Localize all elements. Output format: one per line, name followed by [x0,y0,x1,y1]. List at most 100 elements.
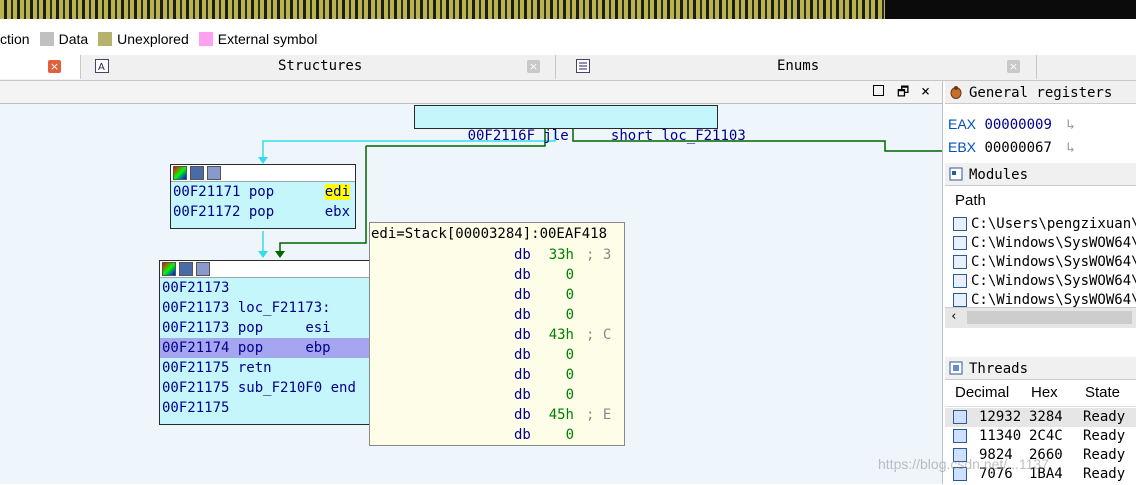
code-line[interactable]: 00F21175 sub_F210F0 end [160,378,380,398]
value: 45h [548,407,574,423]
operand-highlighted[interactable]: edi [324,184,351,200]
thread-icon [953,429,967,443]
general-registers-header: General registers [945,81,1136,103]
module-icon [953,274,967,288]
module-icon [953,236,967,250]
code-line[interactable]: 00F21171 pop edi [171,182,355,202]
module-row[interactable]: C:\Windows\SysWOW64\ [953,273,1136,289]
scrollbar-thumb[interactable] [967,311,1132,324]
value: 0 [565,347,574,363]
value: 0 [565,367,574,383]
value: 33h [548,247,574,263]
directive: db [514,267,531,283]
group-icon[interactable] [207,166,221,180]
svg-text:A: A [98,62,105,73]
modules-icon [949,167,963,181]
tab-structures[interactable]: A Structures × [81,55,556,79]
modules-panel: Modules Path C:\Users\pengzixuan\ C:\Wind… [945,163,1136,328]
address: 00F21173 [162,300,230,316]
module-path: C:\Windows\SysWOW64\ [971,235,1136,251]
thread-row[interactable]: 11340 2C4C Ready [945,427,1136,446]
legend-item-external: External symbol [217,31,318,47]
code-line[interactable]: 00F21173 loc_F21173: [160,298,380,318]
column-header-path[interactable]: Path [955,192,986,209]
address: 00F2116F [467,128,536,144]
unexplored-swatch [98,32,113,46]
module-path: C:\Windows\SysWOW64\ [971,292,1136,307]
code-line[interactable]: 00F21172 pop ebx [171,202,355,222]
module-row[interactable]: C:\Windows\SysWOW64\ [953,235,1136,251]
column-header-decimal[interactable]: Decimal [955,384,1009,401]
panel-title: Modules [969,167,1029,183]
directive: db [514,247,531,263]
thread-icon [953,410,967,424]
mnemonic: pop [248,184,275,200]
module-row[interactable]: C:\Windows\SysWOW64\ [953,292,1136,307]
jump-arrow-icon[interactable]: ↳ [1066,140,1074,156]
code-line[interactable]: 00F21173 [160,278,380,298]
graph-node-F21171[interactable]: 00F21171 pop edi 00F21172 pop ebx [170,164,356,229]
module-row[interactable]: C:\Users\pengzixuan\ [953,216,1136,232]
code-line[interactable]: 00F21175 [160,398,380,418]
value: 0 [565,427,574,443]
legend-item-function: ction [0,31,30,47]
value: 0 [565,387,574,403]
code-line-selected[interactable]: 00F21174 pop ebp [160,338,380,358]
tab-structures-label: Structures [278,58,363,74]
address: 00F21175 [162,380,230,396]
enums-icon [576,59,590,73]
module-path: C:\Users\pengzixuan\ [971,216,1136,232]
thread-row[interactable]: 12932 3284 Ready [945,408,1136,427]
threads-icon [949,361,963,375]
code-line[interactable]: 00F21175 retn [160,358,380,378]
operand: ebx [324,204,351,220]
directive: db [514,407,531,423]
tab-enums[interactable]: Enums × [556,55,1037,79]
hint-data-row: db 0 [370,385,620,405]
register-value[interactable]: 00000067 [984,140,1051,156]
color-icon[interactable] [173,166,187,180]
close-icon[interactable]: × [1007,60,1020,73]
watermark: https://blog.csdn.net/...1137 [878,456,1049,472]
jump-arrow-icon[interactable]: ↳ [1066,117,1074,133]
register-value[interactable]: 00000009 [984,117,1051,133]
scroll-left-icon[interactable]: ‹ [950,309,958,324]
rename-icon[interactable] [190,166,204,180]
column-header-state[interactable]: State [1085,384,1120,401]
module-row[interactable]: C:\Windows\SysWOW64\ [953,254,1136,270]
bug-icon [950,86,962,99]
module-icon [953,293,967,307]
close-icon[interactable]: × [527,60,540,73]
navigation-band[interactable] [0,0,1136,19]
horizontal-scrollbar[interactable]: ‹ [945,307,1136,328]
panel-title: Threads [969,361,1029,377]
hint-data-row: db 0 [370,285,620,305]
comment: ; C [586,327,612,343]
structures-icon: A [95,59,109,73]
graph-node-jle[interactable]: 00F2116F jle short loc_F21103 [414,105,746,144]
tab-bar: × A Structures × Enums × [0,55,1136,81]
tab-ida-view[interactable]: × [0,55,81,79]
directive: db [514,347,531,363]
address: 00F21174 [162,340,230,356]
close-icon[interactable]: × [48,60,61,73]
graph-node-F21173[interactable]: 00F21173 00F21173 loc_F21173: 00F21173 p… [159,260,381,425]
legend: ction Data Unexplored External symbol [0,28,317,50]
directive: db [514,327,531,343]
value: 0 [565,287,574,303]
hint-popup: edi=Stack[00003284]:00EAF418 db 33h ; 3 db 0… [369,222,625,446]
node-toolbar [171,165,355,182]
general-registers-panel: General registers EAX 00000009 ↳ EBX 000… [945,81,1136,161]
mnemonic: pop [237,340,264,356]
label: loc_F21173: [237,300,331,316]
color-icon[interactable] [162,262,176,276]
register-row[interactable]: EBX 00000067 ↳ [948,139,1075,156]
operand: ebp [305,340,331,356]
directive: db [514,427,531,443]
register-row[interactable]: EAX 00000009 ↳ [948,116,1075,133]
hint-data-row: db 45h ; E [370,405,620,425]
rename-icon[interactable] [179,262,193,276]
column-header-hex[interactable]: Hex [1031,384,1058,401]
group-icon[interactable] [196,262,210,276]
code-line[interactable]: 00F21173 pop esi [160,318,380,338]
